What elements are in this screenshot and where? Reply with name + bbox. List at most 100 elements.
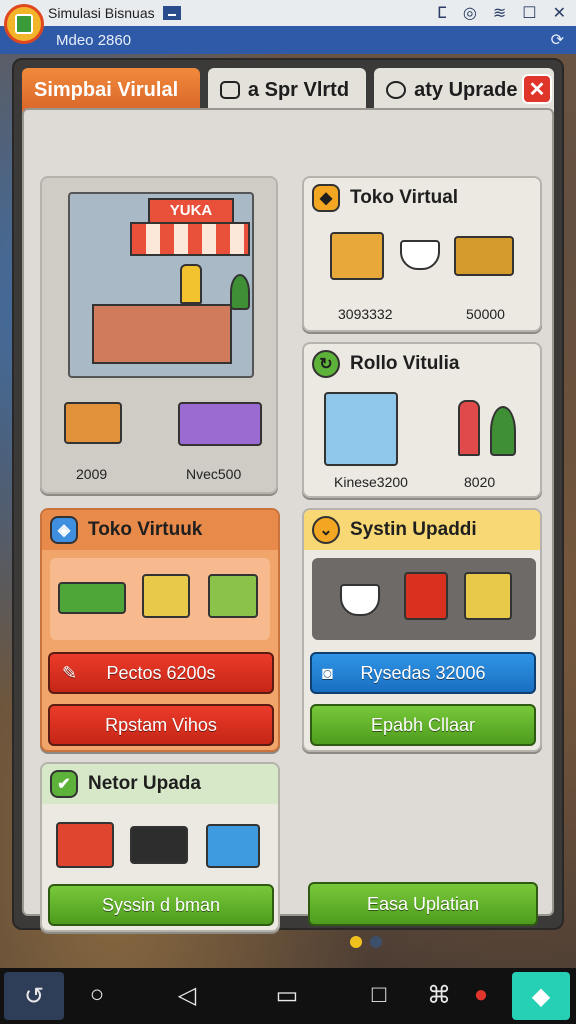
- compass-icon[interactable]: ◎: [463, 3, 477, 23]
- gem-icon[interactable]: ◆: [512, 972, 570, 1020]
- netor-update-card[interactable]: ✔ Netor Upada Syssin d bman: [40, 762, 280, 932]
- rollo-right-value: 8020: [464, 474, 496, 490]
- close-icon: ✕: [528, 78, 546, 101]
- rollo-left-value: Kinese3200: [334, 474, 408, 490]
- share-icon[interactable]: ◁: [172, 980, 202, 1010]
- maximize-icon[interactable]: ☐: [522, 3, 536, 23]
- shop-sign: YUKA: [148, 198, 234, 224]
- tab-label: aty Uprade: [414, 78, 518, 101]
- crates-icon: [330, 232, 384, 280]
- gift-boxes-icon: [178, 402, 262, 446]
- button-label: Syssin d bman: [101, 894, 221, 915]
- shopping-cart-icon: [208, 574, 258, 618]
- home-icon[interactable]: ○: [82, 980, 112, 1010]
- toko-virtual-header: ◆ Toko Virtual: [304, 178, 540, 218]
- clock-icon: [386, 81, 407, 99]
- plant-icon: [230, 274, 250, 310]
- rollo-virtual-card[interactable]: ↻ Rollo Vitulia Kinese3200 8020: [302, 342, 542, 498]
- tablet-icon: [206, 824, 260, 868]
- mic-icon[interactable]: ⵎ: [437, 3, 447, 23]
- worker-portrait-icon: [324, 392, 398, 466]
- chevron-down-icon: ⌄: [312, 516, 340, 544]
- window-icon[interactable]: ▭: [272, 980, 302, 1010]
- button-label: Epabh Cllaar: [370, 714, 476, 735]
- card-title: Systin Upaddi: [350, 519, 477, 540]
- cart-tray: [50, 558, 270, 640]
- card-title: Netor Upada: [88, 773, 201, 794]
- shopkeeper-figure: [180, 264, 202, 304]
- button-label: Rpstam Vihos: [105, 714, 217, 735]
- status-icons: ⵎ ◎ ≋ ☐ ✕: [437, 0, 566, 26]
- business-dialog: Simpbai Virulal a Spr Vlrtd aty Uprade ✕…: [12, 58, 564, 932]
- shopping-cart-icon: [142, 574, 190, 618]
- close-button[interactable]: ✕: [522, 74, 552, 104]
- tab-label: Simpbai Virulal: [34, 78, 179, 101]
- shopping-cart-icon: [464, 572, 512, 620]
- toko-virtuk-card[interactable]: ◈ Toko Virtuuk ✎ Pectos 6200s Rpstam Vih…: [40, 508, 280, 752]
- rollo-virtual-header: ↻ Rollo Vitulia: [304, 344, 540, 384]
- person-icon: [458, 400, 480, 456]
- shop-right-value: Nvec500: [186, 466, 242, 482]
- system-update-header: ⌄ Systin Upaddi: [304, 510, 540, 550]
- awning: [130, 222, 250, 256]
- goods-icon: [454, 236, 514, 276]
- page-indicator: [350, 936, 382, 948]
- toko-right-value: 50000: [466, 306, 505, 322]
- card-title: Rollo Vitulia: [350, 353, 460, 374]
- tab-simpbai-virulal[interactable]: Simpbai Virulal: [20, 66, 202, 112]
- fruit-cart-icon: [64, 402, 122, 444]
- checkmark-icon: ✔: [50, 770, 78, 798]
- fruit-bowl-icon: [400, 240, 440, 270]
- shop-left-value: 2009: [76, 466, 108, 482]
- fruit-bowl-icon: [340, 584, 380, 616]
- subtitle-bar: Mdeo 2860 ⟳: [0, 26, 576, 54]
- cart-display: [312, 558, 536, 640]
- back-icon[interactable]: ↺: [4, 972, 64, 1020]
- shop-scene-card[interactable]: YUKA 2009 Nvec500: [40, 176, 278, 494]
- pencil-icon: ✎: [62, 662, 78, 683]
- toko-left-value: 3093332: [338, 306, 393, 322]
- toko-virtual-card[interactable]: ◆ Toko Virtual 3093332 50000: [302, 176, 542, 332]
- laptop-icon: [130, 826, 188, 864]
- produce-tray-icon: [58, 582, 126, 614]
- shop-counter: [92, 304, 232, 364]
- app-logo-icon[interactable]: [4, 4, 44, 44]
- easa-update-button[interactable]: Easa Uplatian: [308, 882, 538, 926]
- system-update-card[interactable]: ⌄ Systin Upaddi ◙ Rysedas 32006 Epabh Cl…: [302, 508, 542, 752]
- navigation-bar: ↺ ○ ◁ ▭ □ ⌘ ● ◆: [0, 968, 576, 1024]
- toko-virtuk-header: ◈ Toko Virtuuk: [42, 510, 278, 550]
- card-title: Toko Virtuuk: [88, 519, 203, 540]
- shield-icon: ◆: [312, 184, 340, 212]
- window-badge-icon: [162, 6, 181, 20]
- rysedas-button[interactable]: ◙ Rysedas 32006: [310, 652, 536, 694]
- close-window-icon[interactable]: ✕: [553, 3, 566, 23]
- card-title: Toko Virtual: [350, 187, 459, 208]
- button-label: Easa Uplatian: [366, 893, 480, 914]
- gamepad-icon: [219, 81, 240, 99]
- content-panel: YUKA 2009 Nvec500 ◆ Toko Virtual 3093332…: [22, 108, 554, 932]
- window-title: Simulasi Bisnuas: [48, 5, 155, 21]
- potted-plant-icon: [490, 406, 516, 456]
- wifi-icon: ≋: [492, 5, 507, 22]
- shop-stall-image: YUKA: [68, 192, 254, 378]
- syssin-button[interactable]: Syssin d bman: [48, 884, 274, 926]
- netor-update-header: ✔ Netor Upada: [42, 764, 278, 804]
- puzzle-icon[interactable]: ⌘: [424, 980, 454, 1010]
- square-icon[interactable]: □: [364, 980, 394, 1010]
- page-dot[interactable]: [370, 936, 382, 948]
- window-titlebar: Simulasi Bisnuas ⵎ ◎ ≋ ☐ ✕: [0, 0, 576, 26]
- button-label: Pectos 6200s: [106, 662, 216, 683]
- shopping-cart-icon: [404, 572, 448, 620]
- shield-blue-icon: ◈: [50, 516, 78, 544]
- tab-label: a Spr Vlrtd: [247, 78, 350, 101]
- recycle-icon: ↻: [312, 350, 340, 378]
- rpstam-button[interactable]: Rpstam Vihos: [48, 704, 274, 746]
- subtitle-text: Mdeo 2860: [56, 31, 132, 49]
- refresh-icon[interactable]: ⟳: [551, 30, 564, 50]
- gift-boxes-icon: [56, 822, 114, 868]
- tab-spr-virtd[interactable]: a Spr Vlrtd: [205, 66, 369, 112]
- epabh-button[interactable]: Epabh Cllaar: [310, 704, 536, 746]
- pectos-button[interactable]: ✎ Pectos 6200s: [48, 652, 274, 694]
- page-dot-active[interactable]: [350, 936, 362, 948]
- record-icon[interactable]: ●: [466, 980, 496, 1010]
